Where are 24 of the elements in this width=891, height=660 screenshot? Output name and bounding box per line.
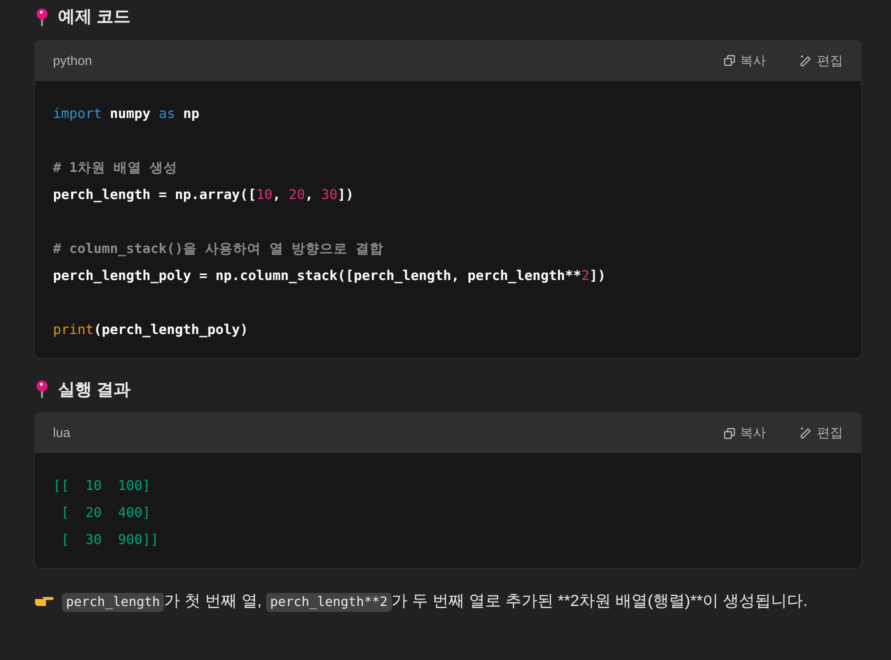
pushpin-icon xyxy=(36,8,48,26)
section-heading: 실행 결과 xyxy=(58,378,131,400)
code-line: print(perch_length_poly) xyxy=(53,320,250,340)
edit-button[interactable]: 편집 xyxy=(800,50,843,70)
edit-button[interactable]: 편집 xyxy=(800,423,843,443)
code-line: perch_length_poly = np.column_stack([perch_length, perch_length**2]) xyxy=(53,266,607,286)
pencil-icon xyxy=(800,54,812,66)
code-line: import numpy as np xyxy=(53,104,200,124)
language-label: lua xyxy=(53,424,70,442)
code-line: [ 20 400] xyxy=(60,504,152,523)
code-line: # column_stack()을 사용하여 열 방향으로 결합 xyxy=(53,240,385,258)
copy-button[interactable]: 복사 xyxy=(724,50,766,70)
code-line: # 1차원 배열 생성 xyxy=(53,158,179,178)
copy-button[interactable]: 복사 xyxy=(724,423,766,443)
code-line: perch_length = np.array([10, 20, 30]) xyxy=(53,186,355,204)
pushpin-icon xyxy=(36,380,48,398)
section-heading: 예제 코드 xyxy=(58,6,131,28)
code-line: [ 30 900]] xyxy=(60,531,160,550)
code-line: [[ 10 100] xyxy=(53,477,152,496)
pencil-icon xyxy=(800,427,812,439)
copy-icon xyxy=(724,428,735,438)
copy-icon xyxy=(724,55,735,66)
language-label: python xyxy=(53,52,92,70)
note-paragraph: perch_length 가 첫 번째 열, perch_length**2 가 두 번째 열로 추가된 **2차원 배열(행렬)**이 생성됩니다. xyxy=(34,587,862,618)
